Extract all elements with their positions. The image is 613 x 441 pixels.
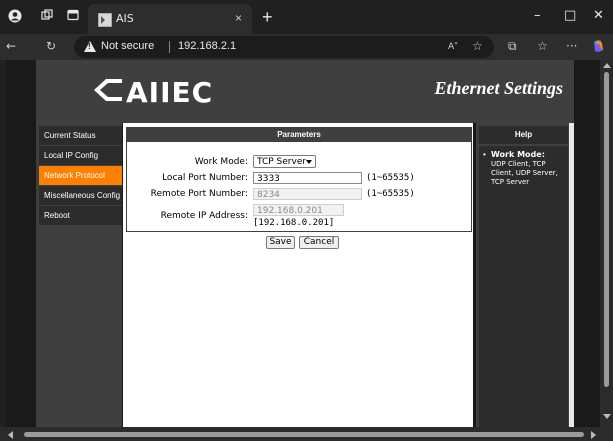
page-viewport: AIIEC Ethernet Settings Current Status L… [6,60,600,427]
help-term: Work Mode: [491,150,545,159]
remote-port-range: (1~65535) [366,189,415,199]
page-heading: Ethernet Settings [434,78,563,98]
remote-ip-current: [192.168.0.201] [253,218,335,228]
scroll-left-icon[interactable] [8,431,13,439]
main-content: Parameters Work Mode: TCP Server Local P… [123,123,473,427]
save-button[interactable]: Save [266,236,295,249]
url-text[interactable]: 192.168.2.1 [178,40,236,52]
close-window-button[interactable]: ✕ [593,8,604,23]
refresh-icon[interactable]: ↻ [46,39,56,53]
profile-icon[interactable] [6,9,24,25]
horizontal-scrollbar[interactable] [0,427,613,441]
copilot-icon[interactable] [592,39,605,53]
back-icon[interactable]: ← [6,39,16,53]
help-bullet: • [483,150,486,159]
browser-title-bar: AIS × + – □ ✕ [0,0,613,34]
help-description: UDP Client, TCP Client, UDP Server, TCP … [491,160,558,186]
warning-icon[interactable] [84,41,96,52]
local-port-label: Local Port Number: [162,173,248,183]
help-panel: Help • Work Mode: UDP Client, TCP Client… [476,123,574,427]
remote-ip-label: Remote IP Address: [160,211,248,221]
nav-item-network-protocol[interactable]: Network Protocol [39,166,122,185]
maximize-button[interactable]: □ [564,8,576,23]
scroll-down-icon[interactable] [603,414,611,419]
local-port-range: (1~65535) [366,173,415,183]
sidebar-nav: Current Status Local IP Config Network P… [36,123,122,427]
remote-port-input[interactable]: 8234 [253,188,362,200]
brand-logo: AIIEC [94,76,212,109]
tab-actions-icon[interactable] [64,9,82,25]
work-mode-value: TCP Server [257,157,307,167]
help-scrollbar[interactable] [569,123,574,427]
remote-port-label: Remote Port Number: [150,189,248,199]
work-mode-label: Work Mode: [194,157,248,167]
address-bar-row: ← ↻ Not secure 192.168.2.1 A» ☆ ⧉ ☆ ··· [0,34,613,60]
logo-mark-icon [94,79,122,101]
address-bar[interactable]: Not secure 192.168.2.1 A» ☆ [74,36,494,58]
horizontal-scroll-thumb[interactable] [24,432,584,437]
browser-tab[interactable]: AIS × [88,4,252,34]
site-header: AIIEC Ethernet Settings [36,60,574,123]
parameters-title: Parameters [127,128,471,142]
workspaces-icon[interactable] [38,9,56,25]
logo-text: AIIEC [126,76,214,109]
minimize-button[interactable]: – [534,8,541,23]
tab-title: AIS [116,12,134,25]
security-status[interactable]: Not secure [101,40,154,52]
site-favicon-icon [98,13,112,27]
favorite-icon[interactable]: ☆ [472,39,483,53]
split-screen-icon[interactable]: ⧉ [508,39,517,54]
nav-item-current-status[interactable]: Current Status [39,126,122,145]
remote-ip-input[interactable]: 192.168.0.201 [253,204,344,216]
nav-item-miscellaneous-config[interactable]: Miscellaneous Config [39,186,122,205]
tab-close-icon[interactable]: × [235,11,242,25]
omnibox-divider [169,41,170,53]
work-mode-select[interactable]: TCP Server [253,155,316,168]
help-content: • Work Mode: UDP Client, TCP Client, UDP… [479,146,568,427]
scroll-up-icon[interactable] [603,63,611,68]
read-aloud-icon[interactable]: A» [448,40,458,52]
favorites-icon[interactable]: ☆ [537,39,548,53]
new-tab-button[interactable]: + [262,8,273,26]
more-icon[interactable]: ··· [566,39,577,53]
local-port-input[interactable]: 3333 [253,172,362,184]
parameters-panel: Parameters Work Mode: TCP Server Local P… [126,127,472,232]
nav-item-reboot[interactable]: Reboot [39,206,122,225]
vertical-scroll-thumb[interactable] [604,72,609,387]
help-title: Help [479,126,568,144]
vertical-scrollbar[interactable] [600,60,613,427]
scroll-right-icon[interactable] [591,431,596,439]
chevron-down-icon [306,160,312,164]
cancel-button[interactable]: Cancel [299,236,339,249]
nav-item-local-ip-config[interactable]: Local IP Config [39,146,122,165]
